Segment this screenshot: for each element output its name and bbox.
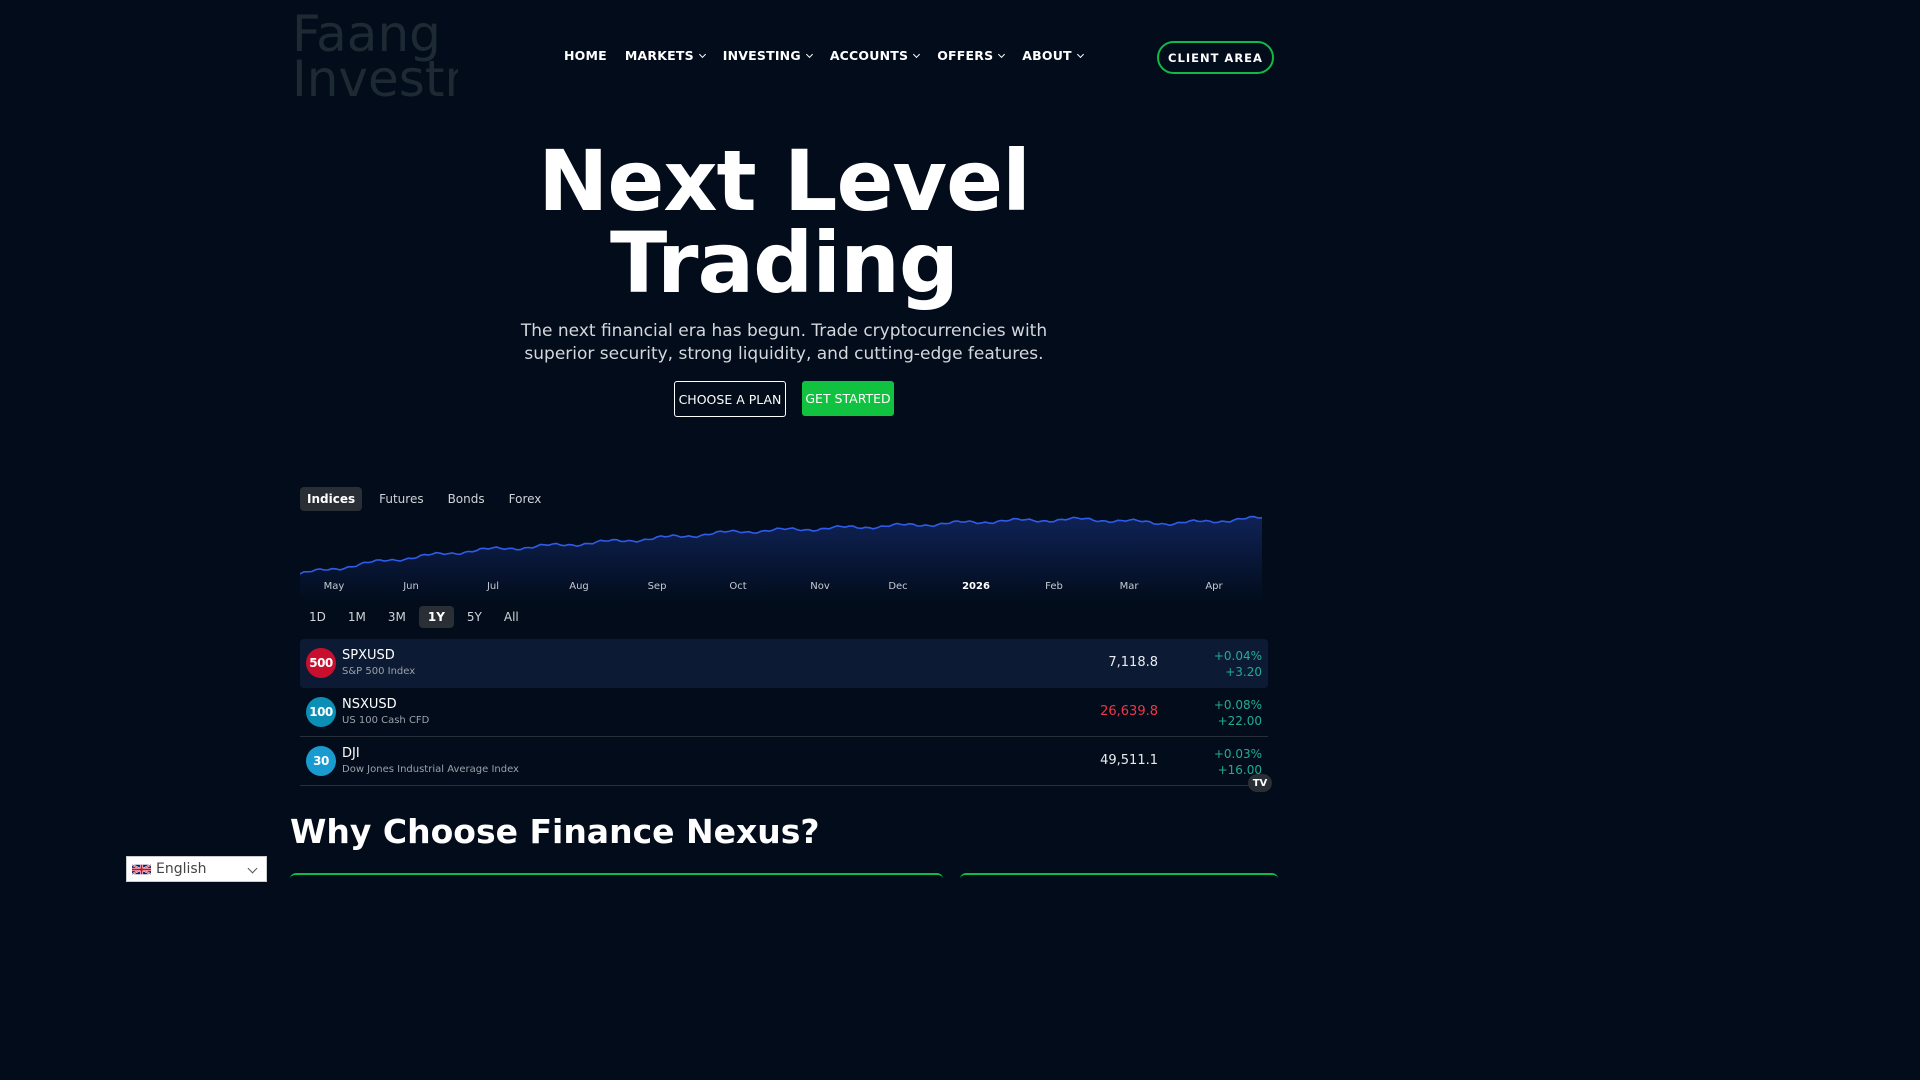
- x-tick-nov: Nov: [810, 581, 830, 592]
- range-1m[interactable]: 1M: [339, 606, 375, 628]
- client-area-button[interactable]: CLIENT AREA: [1157, 41, 1274, 74]
- symbol-name: NSXUSD: [342, 697, 397, 712]
- x-tick-apr: Apr: [1205, 581, 1223, 592]
- feature-card: [290, 873, 943, 893]
- change-absolute: +22.00: [1217, 714, 1262, 728]
- tab-bonds[interactable]: Bonds: [441, 487, 492, 511]
- symbol-description: S&P 500 Index: [342, 666, 416, 677]
- hero-subtitle: The next financial era has begun. Trade …: [0, 320, 1568, 366]
- symbol-change: +0.04% +3.20: [1214, 648, 1262, 680]
- feature-card: [960, 873, 1278, 893]
- nav-about-label: ABOUT: [1022, 48, 1072, 63]
- nav-markets[interactable]: MARKETS: [624, 48, 706, 63]
- hero-subtitle-line-2: superior security, strong liquidity, and…: [524, 344, 1044, 364]
- nav-investing-label: INVESTING: [722, 48, 801, 63]
- nav-markets-label: MARKETS: [624, 48, 694, 63]
- symbol-badge: 500: [306, 648, 336, 678]
- change-percent: +0.03%: [1213, 747, 1262, 761]
- tab-forex[interactable]: Forex: [502, 487, 549, 511]
- tab-futures[interactable]: Futures: [372, 487, 430, 511]
- uk-flag-icon: [132, 863, 151, 875]
- range-1d[interactable]: 1D: [300, 606, 335, 628]
- symbol-description: US 100 Cash CFD: [342, 715, 430, 726]
- nav-accounts-label: ACCOUNTS: [829, 48, 909, 63]
- range-3m[interactable]: 3M: [379, 606, 415, 628]
- nav-about[interactable]: ABOUT: [1022, 48, 1084, 63]
- hero-title-line-1: Next Level: [538, 132, 1031, 230]
- change-percent: +0.04%: [1213, 649, 1262, 663]
- nav-investing[interactable]: INVESTING: [722, 48, 813, 63]
- symbol-price: 26,639.8: [1100, 704, 1158, 719]
- x-tick-dec: Dec: [888, 581, 908, 592]
- symbol-row-nsxusd[interactable]: 100 NSXUSD US 100 Cash CFD 26,639.8 +0.0…: [300, 688, 1268, 737]
- x-tick-sep: Sep: [647, 581, 667, 592]
- hero-title: Next Level Trading: [0, 132, 1568, 312]
- time-range-selector: 1D 1M 3M 1Y 5Y All: [300, 606, 528, 628]
- symbol-description: Dow Jones Industrial Average Index: [342, 764, 519, 775]
- chevron-down-icon: [247, 863, 258, 874]
- chevron-down-icon: [698, 50, 706, 58]
- get-started-button[interactable]: GET STARTED: [802, 381, 894, 416]
- chevron-down-icon: [998, 50, 1006, 58]
- chevron-down-icon: [1076, 50, 1084, 58]
- x-tick-2026: 2026: [962, 581, 990, 592]
- x-tick-feb: Feb: [1045, 581, 1063, 592]
- tradingview-logo-icon[interactable]: TV: [1248, 774, 1272, 792]
- range-all[interactable]: All: [495, 606, 528, 628]
- chevron-down-icon: [805, 50, 813, 58]
- tab-indices[interactable]: Indices: [300, 487, 363, 511]
- symbol-price: 49,511.1: [1100, 753, 1158, 768]
- language-label: English: [156, 861, 207, 877]
- symbol-row-spxusd[interactable]: 500 SPXUSD S&P 500 Index 7,118.8 +0.04% …: [300, 639, 1268, 688]
- change-absolute: +3.20: [1225, 665, 1262, 679]
- nav-offers-label: OFFERS: [937, 48, 994, 63]
- symbol-price: 7,118.8: [1108, 655, 1158, 670]
- x-tick-jun: Jun: [403, 581, 419, 592]
- choose-plan-button[interactable]: CHOOSE A PLAN: [674, 381, 786, 417]
- symbol-row-dji[interactable]: 30 DJI Dow Jones Industrial Average Inde…: [300, 737, 1268, 786]
- nav-offers[interactable]: OFFERS: [937, 48, 1006, 63]
- x-tick-mar: Mar: [1119, 581, 1139, 592]
- symbol-badge: 100: [306, 697, 336, 727]
- chart-x-axis: May Jun Jul Aug Sep Oct Nov Dec 2026 Feb…: [300, 581, 1268, 595]
- symbol-name: DJI: [342, 746, 360, 761]
- hero-title-line-2: Trading: [609, 214, 959, 312]
- x-tick-aug: Aug: [569, 581, 589, 592]
- range-1y[interactable]: 1Y: [418, 606, 454, 628]
- nav-home[interactable]: HOME: [564, 48, 607, 63]
- nav-accounts[interactable]: ACCOUNTS: [829, 48, 921, 63]
- market-tabs: Indices Futures Bonds Forex: [300, 487, 552, 511]
- chevron-down-icon: [913, 50, 921, 58]
- language-selector[interactable]: English: [126, 856, 267, 882]
- x-tick-oct: Oct: [729, 581, 747, 592]
- nav-home-label: HOME: [564, 48, 607, 63]
- main-nav: HOME MARKETS INVESTING ACCOUNTS OFFERS A…: [564, 48, 1084, 63]
- symbol-badge: 30: [306, 746, 336, 776]
- x-tick-jul: Jul: [486, 581, 500, 592]
- x-tick-may: May: [323, 581, 345, 592]
- symbol-change: +0.08% +22.00: [1214, 697, 1262, 729]
- symbol-name: SPXUSD: [342, 648, 395, 663]
- symbol-list: 500 SPXUSD S&P 500 Index 7,118.8 +0.04% …: [300, 639, 1268, 786]
- hero-subtitle-line-1: The next financial era has begun. Trade …: [520, 321, 1048, 341]
- brand-logo[interactable]: Faang Investm: [292, 12, 458, 107]
- section-title: Why Choose Finance Nexus?: [290, 812, 820, 851]
- logo-line-2: Investm: [292, 50, 458, 107]
- range-5y[interactable]: 5Y: [458, 606, 491, 628]
- market-overview-widget: Indices Futures Bonds Forex May Jun Jul …: [300, 486, 1268, 800]
- change-percent: +0.08%: [1213, 698, 1262, 712]
